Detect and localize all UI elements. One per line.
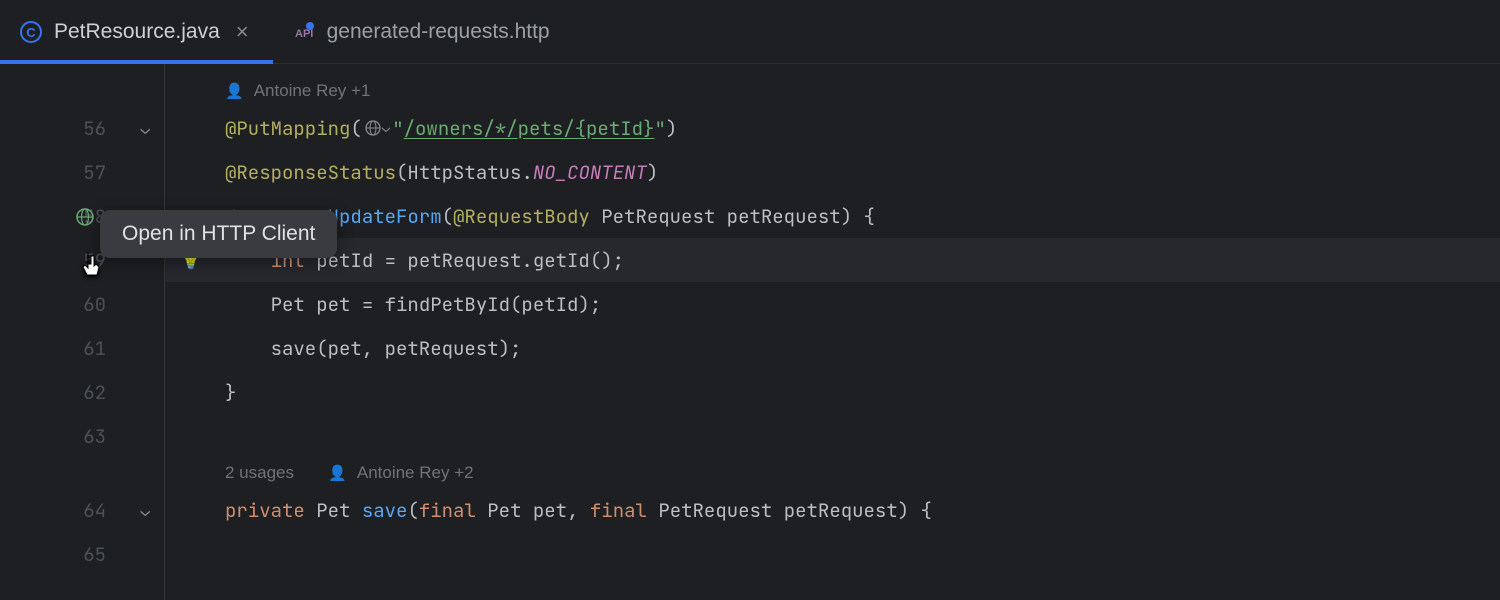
code-line[interactable]	[225, 414, 1500, 458]
code-line[interactable]: private Pet save(final Pet pet, final Pe…	[225, 488, 1500, 532]
person-icon: 👤	[225, 82, 244, 100]
chevron-down-icon[interactable]: ⌄	[140, 118, 150, 139]
line-number[interactable]: 56⌄	[0, 106, 164, 150]
line-number[interactable]: 57	[0, 150, 164, 194]
class-icon: C	[20, 21, 42, 43]
code-line[interactable]: @ResponseStatus(HttpStatus.NO_CONTENT)	[225, 150, 1500, 194]
globe-icon[interactable]: ⌄	[364, 119, 390, 137]
line-number[interactable]: 65	[0, 532, 164, 576]
gutter-tooltip: Open in HTTP Client	[100, 210, 337, 258]
code-usage-hint[interactable]: 2 usages 👤Antoine Rey +2	[225, 458, 1500, 488]
code-line[interactable]: int petId = petRequest.getId();	[165, 238, 1500, 282]
chevron-down-icon[interactable]: ⌄	[140, 500, 150, 521]
editor-tabs: C PetResource.java × API generated-reque…	[0, 0, 1500, 64]
line-number[interactable]: 64⌄	[0, 488, 164, 532]
http-gutter-icon[interactable]	[76, 207, 94, 225]
code-line[interactable]: @PutMapping(⌄"/owners/*/pets/{petId}")	[225, 106, 1500, 150]
close-icon[interactable]: ×	[232, 19, 253, 45]
tab-label: generated-requests.http	[327, 20, 550, 44]
api-icon: API	[293, 21, 315, 43]
person-icon: 👤	[328, 464, 347, 482]
code-line[interactable]: }	[225, 370, 1500, 414]
line-number[interactable]: 62	[0, 370, 164, 414]
svg-text:C: C	[26, 25, 36, 40]
gutter: 56⌄ 57 58 59💡 60 61 62 63 64⌄ 65	[0, 64, 165, 600]
code-area[interactable]: 👤Antoine Rey +1 @PutMapping(⌄"/owners/*/…	[165, 64, 1500, 600]
code-author-hint[interactable]: 👤Antoine Rey +1	[225, 76, 1500, 106]
code-line[interactable]: save(pet, petRequest);	[225, 326, 1500, 370]
code-line[interactable]: d processUpdateForm(@RequestBody PetRequ…	[225, 194, 1500, 238]
tab-label: PetResource.java	[54, 20, 220, 44]
editor: 56⌄ 57 58 59💡 60 61 62 63 64⌄ 65 👤Antoin…	[0, 64, 1500, 600]
tab-pet-resource[interactable]: C PetResource.java ×	[0, 0, 273, 63]
tab-generated-requests[interactable]: API generated-requests.http	[273, 0, 570, 63]
code-line[interactable]: Pet pet = findPetById(petId);	[225, 282, 1500, 326]
line-number[interactable]: 61	[0, 326, 164, 370]
line-number[interactable]: 63	[0, 414, 164, 458]
cursor-pointer-icon	[78, 250, 108, 293]
